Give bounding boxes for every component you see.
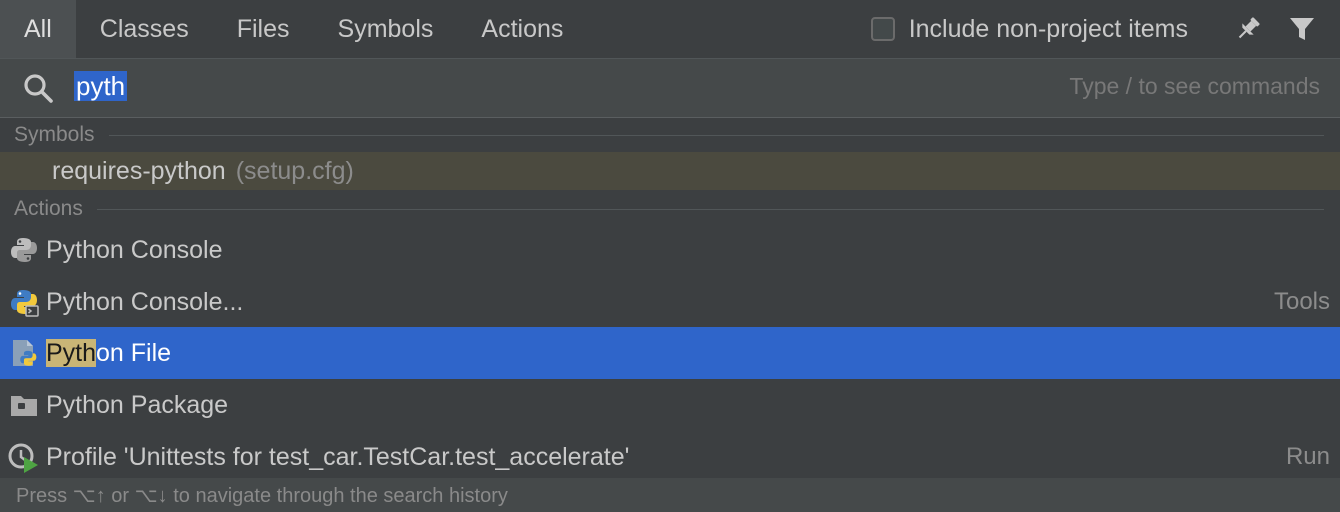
status-footer: Press ⌥↑ or ⌥↓ to navigate through the s… [0, 478, 1340, 512]
divider [96, 208, 1324, 210]
item-label: Python File [46, 338, 172, 368]
section-actions: Actions [0, 192, 1340, 226]
item-label: requires-python [52, 156, 226, 185]
list-item-selected[interactable]: Python File [0, 327, 1340, 379]
match-highlight: Pyth [46, 338, 97, 367]
item-label: Python Console... [46, 287, 244, 316]
python-icon [8, 234, 40, 266]
list-item[interactable]: Python Package [0, 379, 1340, 431]
section-label: Symbols [14, 123, 95, 146]
tab-symbols[interactable]: Symbols [314, 0, 458, 58]
search-everywhere-tabs: All Classes Files Symbols Actions Includ… [0, 0, 1340, 59]
pin-icon[interactable] [1232, 13, 1264, 45]
search-icon [22, 72, 54, 104]
tab-actions[interactable]: Actions [457, 0, 587, 58]
section-label: Actions [14, 197, 83, 220]
tab-options: Include non-project items [870, 0, 1340, 58]
list-item[interactable]: requires-python (setup.cfg) [0, 152, 1340, 190]
list-item[interactable]: Python Console [0, 224, 1340, 276]
python-console-icon [8, 286, 40, 318]
item-location: (setup.cfg) [235, 156, 354, 185]
item-label: Python Package [46, 390, 229, 419]
tab-classes[interactable]: Classes [76, 0, 213, 58]
item-group: Tools [1273, 288, 1330, 315]
tab-files[interactable]: Files [213, 0, 314, 58]
tab-all[interactable]: All [0, 0, 76, 58]
search-bar: pyth Type / to see commands [0, 59, 1340, 118]
folder-package-icon [8, 389, 40, 421]
include-non-project-label[interactable]: Include non-project items [909, 15, 1188, 44]
section-symbols: Symbols [0, 118, 1340, 152]
list-item[interactable]: Python Console... Tools [0, 276, 1340, 328]
item-group: Run [1285, 443, 1330, 470]
filter-icon[interactable] [1286, 13, 1318, 45]
divider [108, 134, 1324, 136]
search-input[interactable]: pyth [74, 71, 128, 105]
item-label: Python Console [46, 235, 223, 264]
footer-hint: Press ⌥↑ or ⌥↓ to navigate through the s… [16, 484, 508, 507]
list-item[interactable]: Profile 'Unittests for test_car.TestCar.… [0, 431, 1340, 483]
search-hint: Type / to see commands [1069, 73, 1320, 99]
include-non-project-checkbox[interactable] [870, 17, 895, 41]
item-label-rest: on File [96, 338, 172, 367]
python-file-icon [8, 337, 40, 369]
profile-run-icon [8, 441, 40, 473]
item-label: Profile 'Unittests for test_car.TestCar.… [46, 442, 630, 471]
